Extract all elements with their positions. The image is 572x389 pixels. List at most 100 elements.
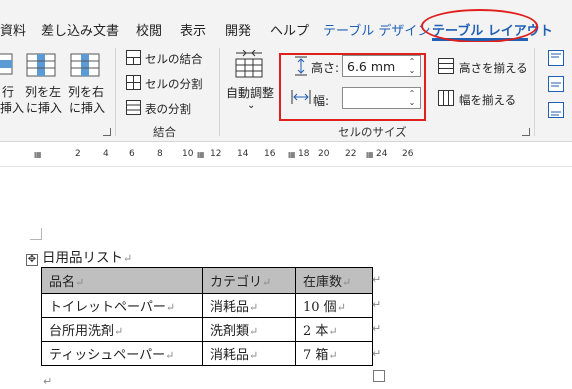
tab-developer[interactable]: 開発 [225, 20, 251, 39]
table-row: 台所用洗剤↵ 洗剤類↵ 2 本↵ [41, 317, 373, 342]
table-header-cell[interactable]: 在庫数↵ [295, 267, 373, 294]
insert-partial-label-2: 挿入 [0, 101, 25, 115]
cell-text: 2 本 [303, 324, 329, 339]
table-row: トイレットペーパー↵ 消耗品↵ 10 個↵ [41, 293, 373, 318]
ruler-tick: 20 [318, 149, 330, 159]
table-header-cell[interactable]: カテゴリ↵ [202, 267, 296, 294]
highlight-oval [421, 9, 538, 43]
table-row: ティッシュペーパー↵ 消耗品↵ 7 箱↵ [41, 341, 373, 366]
align-top-icon [548, 50, 564, 66]
cell-text: トイレットペーパー [49, 300, 166, 315]
margin-corner-mark [41, 228, 42, 240]
distribute-columns-icon [438, 90, 454, 106]
table-header-row: 品名↵ カテゴリ↵ 在庫数↵ [41, 267, 373, 294]
insert-right-label-2: に挿入 [69, 101, 106, 115]
distribute-columns-label: 幅を揃える [459, 93, 517, 107]
insert-left-label-2: に挿入 [26, 101, 63, 115]
ruler-column-marker-icon[interactable]: ▦ [366, 150, 374, 159]
row-end-mark: ↵ [372, 298, 382, 311]
insert-partial-label-1: 行 [2, 85, 15, 99]
table-cell[interactable]: 消耗品↵ [202, 293, 296, 318]
rows-columns-launcher-icon[interactable] [103, 128, 111, 136]
align-bottom-icon [548, 102, 564, 118]
paragraph-mark: ↵ [165, 301, 176, 314]
distribute-rows-icon [438, 58, 454, 74]
group-separator [534, 48, 535, 136]
group-separator [115, 48, 116, 136]
split-table-icon [126, 100, 141, 115]
cell-size-group-label: セルのサイズ [338, 125, 407, 139]
table-resize-handle-icon[interactable] [373, 370, 385, 382]
table-cell[interactable]: トイレットペーパー↵ [41, 293, 203, 318]
table-cell[interactable]: ティッシュペーパー↵ [41, 341, 203, 366]
ruler-marker-icon: ▦ [34, 150, 42, 159]
autofit-table-icon [235, 50, 263, 78]
tab-help[interactable]: ヘルプ [270, 20, 309, 39]
paragraph-mark: ↵ [43, 375, 53, 388]
table-cell[interactable]: 7 箱↵ [295, 341, 373, 366]
split-cells-label: セルの分割 [145, 77, 203, 91]
insert-left-label-1: 列を左 [25, 85, 62, 99]
split-table-label: 表の分割 [145, 102, 191, 116]
ruler-tick: 18 [298, 149, 310, 159]
group-separator [219, 48, 220, 136]
ruler-tick: 10 [182, 149, 194, 159]
ruler-column-marker-icon[interactable]: ▦ [288, 150, 296, 159]
ruler-column-marker-icon[interactable]: ▦ [197, 150, 205, 159]
tab-review[interactable]: 校閲 [136, 20, 162, 39]
table-cell[interactable]: 台所用洗剤↵ [41, 317, 203, 342]
table-cell[interactable]: 2 本↵ [295, 317, 373, 342]
tab-references[interactable]: 資料 [0, 20, 26, 39]
align-middle-icon [548, 76, 564, 92]
paragraph-mark: ↵ [249, 349, 259, 362]
table-header-cell[interactable]: 品名↵ [41, 267, 203, 294]
paragraph-mark: ↵ [342, 276, 352, 289]
chevron-down-icon: ⌄ [247, 100, 256, 111]
distribute-rows-label: 高さを揃える [459, 61, 528, 75]
document-title-text: 日用品リスト [42, 250, 123, 266]
insert-column-right-icon [70, 53, 100, 77]
paragraph-mark: ↵ [336, 301, 346, 314]
insert-right-label-1: 列を右 [68, 85, 105, 99]
cell-text: 洗剤類 [210, 324, 250, 339]
horizontal-ruler[interactable]: ▦ 2 4 6 8 10 ▦ 12 14 16 ▦ 18 20 22 ▦ 24 … [0, 143, 572, 167]
highlight-box [279, 53, 426, 121]
cell-text: 消耗品 [210, 348, 250, 363]
paragraph-mark: ↵ [123, 252, 133, 265]
inventory-table: 品名↵ カテゴリ↵ 在庫数↵ トイレットペーパー↵ 消耗品↵ 10 個↵ 台所用… [41, 267, 373, 366]
tab-mailings[interactable]: 差し込み文書 [41, 20, 119, 39]
document-heading[interactable]: 日用品リスト↵ [42, 246, 132, 266]
paragraph-mark: ↵ [165, 349, 175, 362]
cell-text: ティッシュペーパー [49, 348, 166, 363]
paragraph-mark: ↵ [328, 349, 338, 362]
ruler-tick: 16 [264, 149, 276, 159]
ruler-tick: 2 [75, 149, 81, 159]
ruler-tick: 6 [129, 149, 135, 159]
merge-cells-label: セルの結合 [145, 52, 203, 66]
paragraph-mark: ↵ [249, 325, 259, 338]
ruler-tick: 4 [103, 149, 109, 159]
cell-size-launcher-icon[interactable] [522, 128, 530, 136]
tab-view[interactable]: 表示 [180, 20, 206, 39]
insert-column-left-icon [26, 53, 56, 77]
ruler-tick: 24 [376, 149, 388, 159]
ruler-tick: 26 [402, 149, 414, 159]
ruler-tick: 12 [210, 149, 222, 159]
header-text: 品名 [49, 275, 76, 290]
table-move-handle-icon[interactable]: ✥ [26, 254, 38, 266]
cell-text: 7 箱 [303, 348, 329, 363]
split-cells-icon [126, 75, 141, 90]
cell-text: 消耗品 [210, 300, 250, 315]
paragraph-mark: ↵ [249, 301, 259, 314]
autofit-label: 自動調整 [226, 86, 275, 100]
table-cell[interactable]: 消耗品↵ [202, 341, 296, 366]
row-end-mark: ↵ [372, 273, 382, 286]
paragraph-mark: ↵ [328, 325, 338, 338]
merge-cells-icon [126, 50, 141, 65]
row-end-mark: ↵ [372, 322, 382, 335]
table-cell[interactable]: 洗剤類↵ [202, 317, 296, 342]
tab-table-design[interactable]: テーブル デザイン [323, 20, 430, 39]
paragraph-mark: ↵ [262, 276, 272, 289]
table-cell[interactable]: 10 個↵ [295, 293, 373, 318]
ribbon-tab-bar: 資料 差し込み文書 校閲 表示 開発 ヘルプ テーブル デザイン テーブル レイ… [0, 0, 572, 43]
